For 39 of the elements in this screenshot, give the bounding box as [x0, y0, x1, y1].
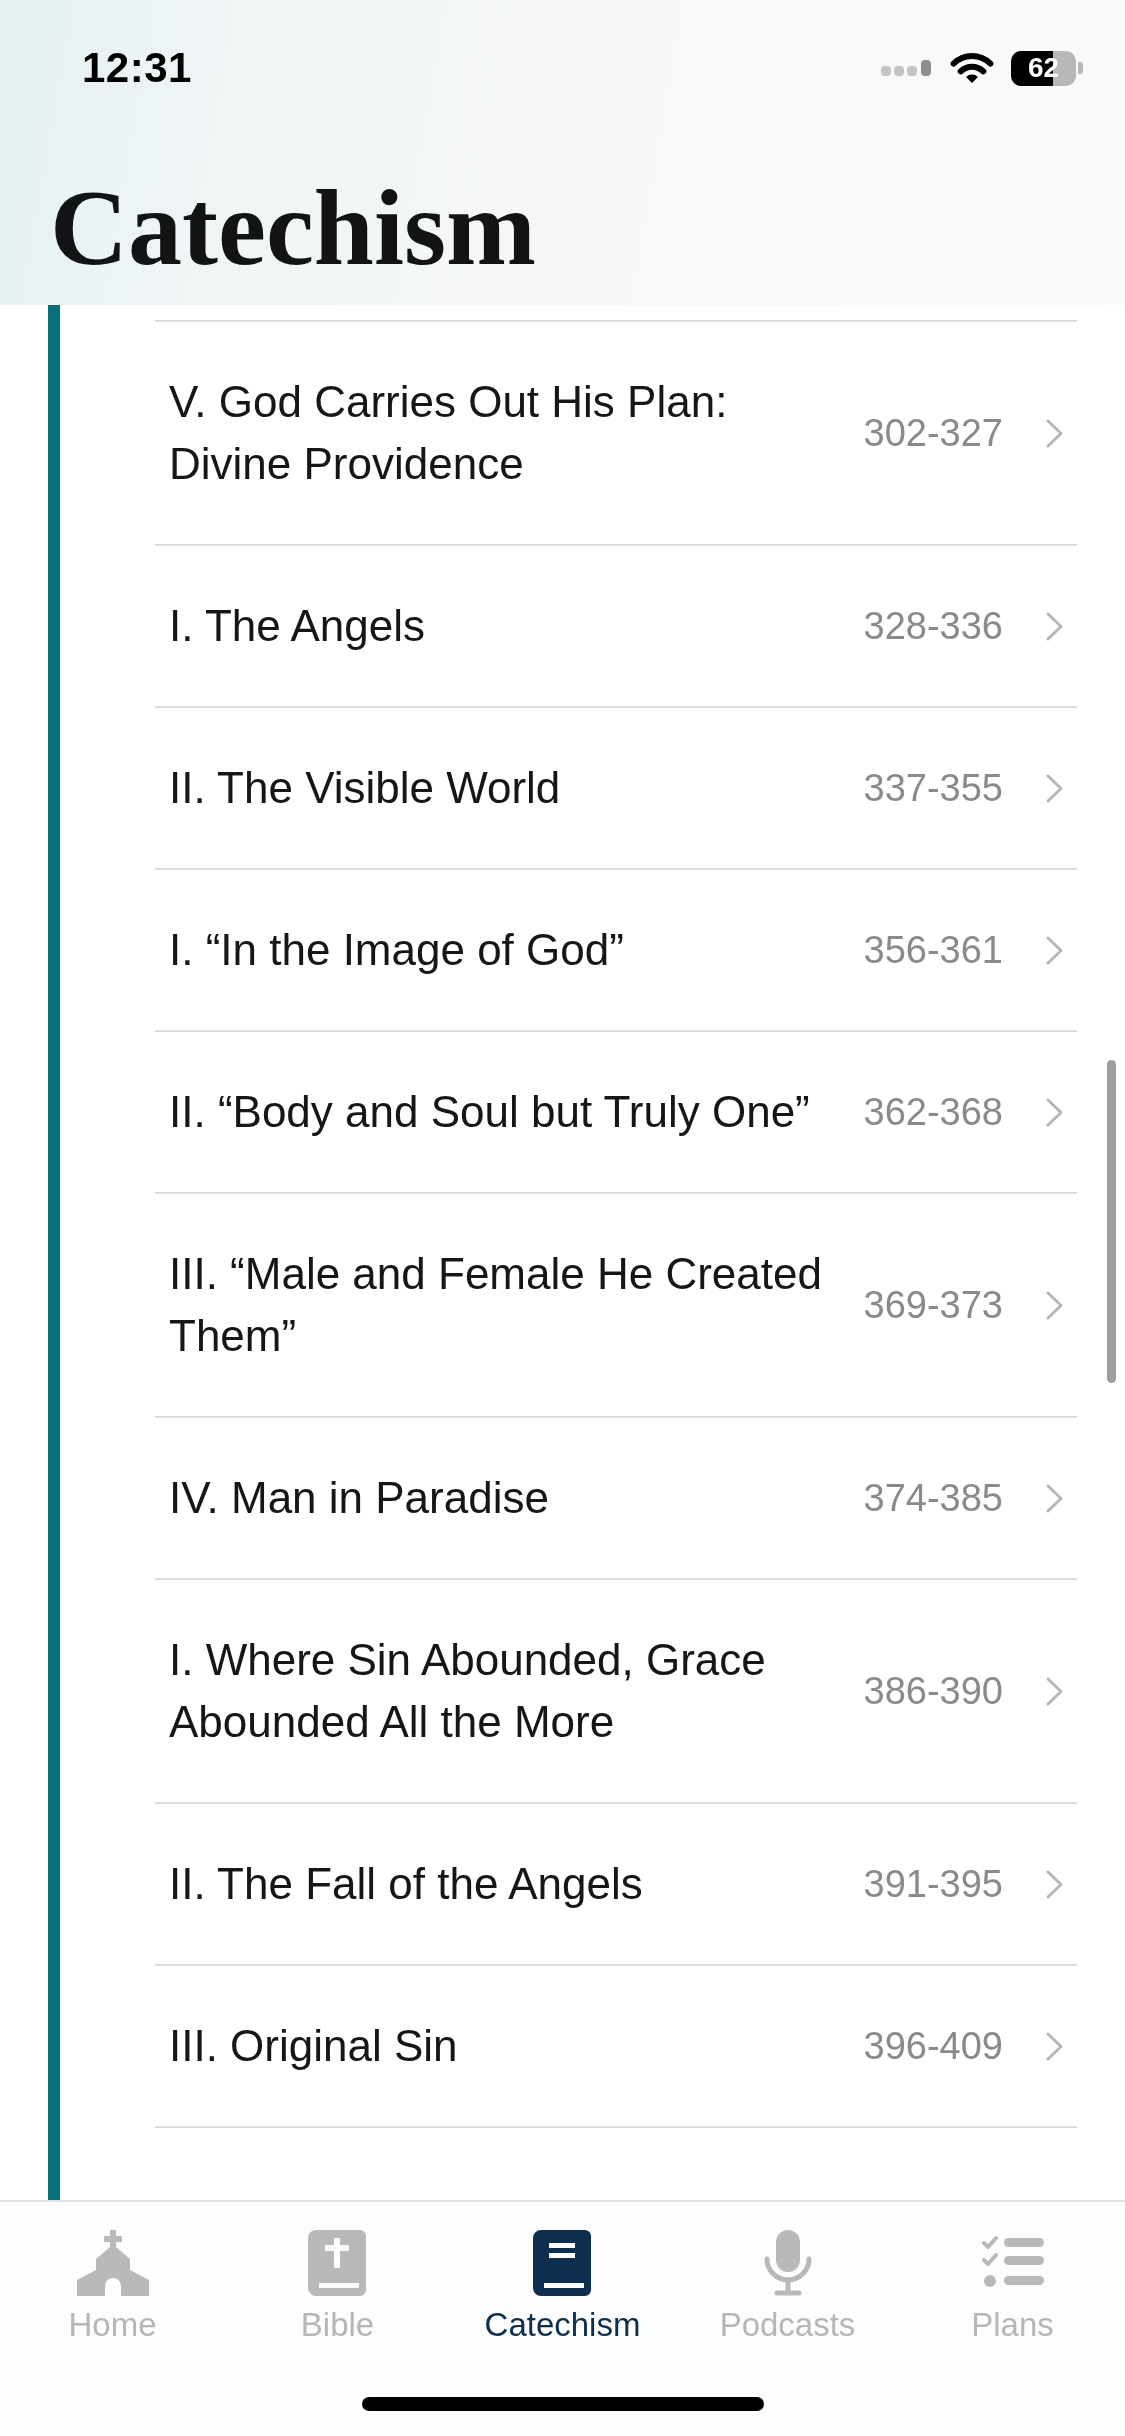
section-title[interactable]: I. “In the Image of God” — [169, 919, 844, 981]
section-title[interactable]: I. The Angels — [169, 595, 844, 657]
paragraph-range: 374-385 — [863, 1476, 1003, 1520]
paragraph-range: 362-368 — [863, 1090, 1003, 1134]
section-title[interactable]: II. The Visible World — [169, 757, 844, 819]
paragraph-range: 369-373 — [863, 1283, 1003, 1327]
paragraph-range: 396-409 — [863, 2024, 1003, 2068]
paragraph-range: 391-395 — [863, 1862, 1003, 1906]
section-title[interactable]: III. “Male and Female He Created Them” — [169, 1243, 844, 1367]
signal-icon — [881, 60, 933, 76]
page-title: Catechism — [50, 168, 536, 288]
cross-book-icon — [308, 2230, 367, 2296]
chevron-right-icon — [1046, 1097, 1063, 1127]
chevron-right-icon — [1046, 418, 1063, 448]
chevron-right-icon — [1046, 611, 1063, 641]
paragraph-range: 356-361 — [863, 928, 1003, 972]
chevron-right-icon — [1046, 773, 1063, 803]
tab-item[interactable]: Catechism — [478, 2230, 647, 2344]
microphone-icon — [762, 2230, 813, 2296]
paragraph-range: 386-390 — [863, 1669, 1003, 1713]
chevron-right-icon — [1046, 1290, 1063, 1320]
paragraph-range: 337-355 — [863, 766, 1003, 810]
wifi-icon — [949, 51, 995, 85]
section-title[interactable]: IV. Man in Paradise — [169, 1467, 844, 1529]
section-title[interactable]: II. “Body and Soul but Truly One” — [169, 1081, 844, 1143]
chevron-right-icon — [1046, 2031, 1063, 2061]
book-icon — [533, 2230, 592, 2296]
church-icon — [76, 2230, 149, 2296]
section-title[interactable]: II. The Fall of the Angels — [169, 1853, 844, 1915]
chevron-right-icon — [1046, 1483, 1063, 1513]
chevron-right-icon — [1046, 1676, 1063, 1706]
section-title[interactable]: III. Original Sin — [169, 2015, 844, 2077]
paragraph-range: 302-327 — [863, 411, 1003, 455]
paragraph-range: 328-336 — [863, 604, 1003, 648]
section-title[interactable]: V. God Carries Out His Plan: Divine Providence — [169, 371, 844, 495]
chevron-right-icon — [1046, 1869, 1063, 1899]
section-title[interactable]: I. Where Sin Abounded, Grace Abounded All the More — [169, 1629, 844, 1753]
status-time: 12:31 — [82, 44, 192, 92]
chevron-right-icon — [1046, 935, 1063, 965]
